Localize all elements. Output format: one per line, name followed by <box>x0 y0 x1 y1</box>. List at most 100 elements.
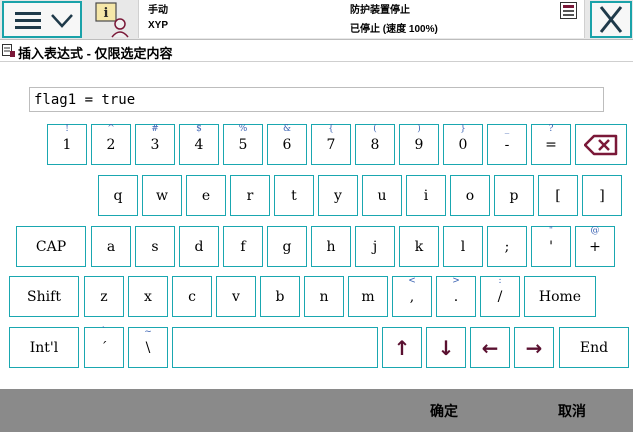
key-w[interactable]: w <box>142 175 182 216</box>
arrow-up-key-label: ↑ <box>393 335 411 360</box>
key-minus[interactable]: _ - <box>487 124 527 165</box>
key-l[interactable]: l <box>443 226 483 267</box>
key-b[interactable]: b <box>260 276 300 317</box>
key-8[interactable]: (8 <box>355 124 395 165</box>
key-p[interactable]: p <box>494 175 534 216</box>
key-i[interactable]: i <box>406 175 446 216</box>
key-x-label: x <box>144 288 152 305</box>
backspace-key[interactable] <box>575 124 627 165</box>
key-slash-shift-label: : <box>498 276 502 286</box>
key-slash[interactable]: : / <box>480 276 520 317</box>
end-key[interactable]: End <box>559 327 629 368</box>
intl-key-label: Int'l <box>29 339 59 356</box>
home-key-label: Home <box>538 288 582 305</box>
key-5-shift-label: % <box>238 124 248 134</box>
key-comma-shift-label: < <box>408 276 416 286</box>
key-x[interactable]: x <box>128 276 168 317</box>
menu-icon-bar <box>15 26 41 29</box>
key-5[interactable]: % 5 <box>223 124 263 165</box>
arrow-left-key[interactable]: ← <box>470 327 510 368</box>
key-backslash[interactable]: ~ \ <box>128 327 168 368</box>
cancel-button[interactable]: 取消 <box>508 389 633 432</box>
key-v[interactable]: v <box>216 276 256 317</box>
key-n[interactable]: n <box>304 276 344 317</box>
key-semicolon[interactable]: ; <box>487 226 527 267</box>
svg-text:i: i <box>104 6 109 21</box>
key-j-label: j <box>372 238 378 255</box>
close-button[interactable] <box>590 1 632 38</box>
key-d[interactable]: d <box>179 226 219 267</box>
key-9[interactable]: ) 9 <box>399 124 439 165</box>
key-plus[interactable]: @ + <box>575 226 615 267</box>
arrow-left-key-label: ← <box>481 335 499 360</box>
key-quote[interactable]: " ' <box>531 226 571 267</box>
key-2[interactable]: ^ 2 <box>91 124 131 165</box>
key-g[interactable]: g <box>267 226 307 267</box>
key-h-label: h <box>326 238 336 255</box>
key-h[interactable]: h <box>311 226 351 267</box>
expression-input[interactable] <box>29 87 604 112</box>
key-6-label: 6 <box>282 136 292 153</box>
key-v-label: v <box>232 288 240 305</box>
key-r[interactable]: r <box>230 175 270 216</box>
key-k[interactable]: k <box>399 226 439 267</box>
menu-icon <box>15 12 41 15</box>
key-u[interactable]: u <box>362 175 402 216</box>
arrow-right-key[interactable]: → <box>514 327 554 368</box>
key-7[interactable]: {7 <box>311 124 351 165</box>
key-period-shift-label: > <box>452 276 460 286</box>
key-z[interactable]: z <box>84 276 124 317</box>
arrow-down-key[interactable]: ↓ <box>426 327 466 368</box>
abb-info-icon[interactable]: i <box>94 2 134 38</box>
status-panel[interactable]: 手动 XYP 防护装置停止 已停止 (速度 100%) <box>138 0 585 38</box>
window-icon[interactable] <box>560 2 578 20</box>
key-6-shift-label: & <box>282 124 292 134</box>
intl-key[interactable]: Int'l <box>9 327 79 368</box>
space-key[interactable] <box>172 327 378 368</box>
key-e-label: e <box>201 187 211 204</box>
key-9-label: 9 <box>414 136 424 153</box>
key-c-label: c <box>188 288 196 305</box>
shift-key[interactable]: Shift <box>9 276 79 317</box>
key-y[interactable]: y <box>318 175 358 216</box>
key-6[interactable]: & 6 <box>267 124 307 165</box>
key-acute-label: ´ <box>100 339 108 356</box>
key-s[interactable]: s <box>135 226 175 267</box>
dialog-title-bar: 插入表达式 - 仅限选定内容 <box>0 40 633 62</box>
key-e[interactable]: e <box>186 175 226 216</box>
key-a[interactable]: a <box>91 226 131 267</box>
key-q-label: q <box>113 187 123 204</box>
key-a-label: a <box>106 238 116 255</box>
key-j[interactable]: j <box>355 226 395 267</box>
key-acute[interactable]: ` ´ <box>84 327 124 368</box>
key-d-label: d <box>194 238 204 255</box>
key-f[interactable]: f <box>223 226 263 267</box>
key-q[interactable]: q <box>98 175 138 216</box>
key-2-shift-label: ^ <box>107 124 115 134</box>
key-7-shift-label: { <box>328 124 334 134</box>
key-equals[interactable]: ? = <box>531 124 571 165</box>
dialog-title: 插入表达式 - 仅限选定内容 <box>18 46 173 61</box>
key-o[interactable]: o <box>450 175 490 216</box>
key-period[interactable]: >. <box>436 276 476 317</box>
key-c[interactable]: c <box>172 276 212 317</box>
key-lbracket[interactable]: [ <box>538 175 578 216</box>
key-comma[interactable]: <, <box>392 276 432 317</box>
key-4[interactable]: $4 <box>179 124 219 165</box>
key-5-label: 5 <box>238 136 248 153</box>
key-0[interactable]: } 0 <box>443 124 483 165</box>
home-key[interactable]: Home <box>524 276 596 317</box>
key-3[interactable]: #3 <box>135 124 175 165</box>
key-rbracket[interactable]: ] <box>582 175 622 216</box>
main-menu-button[interactable] <box>2 1 82 38</box>
top-status-bar: i 手动 XYP 防护装置停止 已停止 (速度 100%) <box>0 0 633 40</box>
caps-lock-key[interactable]: CAP <box>16 226 86 267</box>
key-m[interactable]: m <box>348 276 388 317</box>
key-8-label: 8 <box>370 136 380 153</box>
key-1[interactable]: ! 1 <box>47 124 87 165</box>
arrow-up-key[interactable]: ↑ <box>382 327 422 368</box>
ok-button[interactable]: 确定 <box>380 389 508 432</box>
key-quote-shift-label: " <box>548 226 554 236</box>
key-f-label: f <box>240 238 246 255</box>
key-t[interactable]: t <box>274 175 314 216</box>
